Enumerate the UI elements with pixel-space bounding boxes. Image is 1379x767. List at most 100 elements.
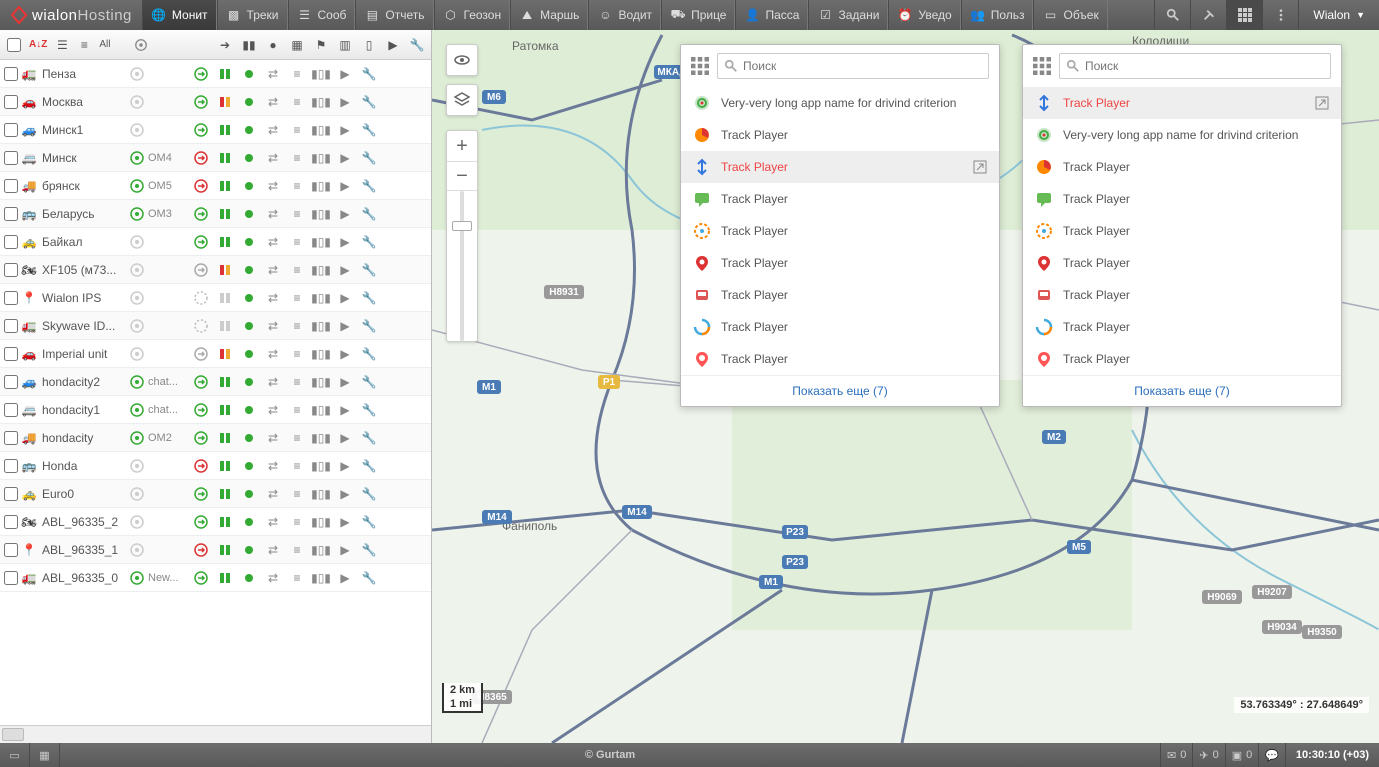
app-item[interactable]: Track Player — [1023, 151, 1341, 183]
unit-row[interactable]: 🚚 hondacity OM2 ⇄ ≡ ▮▯▮ ▶ 🔧 — [0, 424, 431, 452]
chart-icon[interactable]: ▮▯▮ — [310, 91, 332, 113]
tb-stats-icon[interactable]: ▯ — [359, 35, 379, 55]
wrench-icon[interactable]: 🔧 — [358, 91, 380, 113]
nav-tab-driver[interactable]: ☺Водит — [588, 0, 661, 30]
show-more-1[interactable]: Показать еще (7) — [681, 375, 999, 406]
tools-button[interactable] — [1190, 0, 1226, 30]
wrench-icon[interactable]: 🔧 — [358, 539, 380, 561]
unit-checkbox[interactable] — [4, 235, 18, 249]
route-icon[interactable]: ⇄ — [262, 315, 284, 337]
play-icon[interactable]: ▶ — [334, 371, 356, 393]
unit-checkbox[interactable] — [4, 207, 18, 221]
chart-icon[interactable]: ▮▯▮ — [310, 287, 332, 309]
tb-dot-icon[interactable]: ● — [263, 35, 283, 55]
route-icon[interactable]: ⇄ — [262, 511, 284, 533]
chart-icon[interactable]: ▮▯▮ — [310, 231, 332, 253]
chart-icon[interactable]: ▮▯▮ — [310, 539, 332, 561]
unit-checkbox[interactable] — [4, 403, 18, 417]
unit-checkbox[interactable] — [4, 95, 18, 109]
unit-row[interactable]: 🚚 брянск OM5 ⇄ ≡ ▮▯▮ ▶ 🔧 — [0, 172, 431, 200]
route-icon[interactable]: ⇄ — [262, 287, 284, 309]
nav-tab-flag[interactable]: ▩Треки — [217, 0, 288, 30]
app-item[interactable]: Very-very long app name for drivind crit… — [1023, 119, 1341, 151]
nav-tab-user[interactable]: 👥Польз — [961, 0, 1034, 30]
map-container[interactable]: Ратомка Колодищи Фаниполь МКАД М6 М1 М14… — [432, 30, 1379, 743]
unit-checkbox[interactable] — [4, 347, 18, 361]
route-icon[interactable]: ⇄ — [262, 259, 284, 281]
unit-checkbox[interactable] — [4, 291, 18, 305]
play-icon[interactable]: ▶ — [334, 147, 356, 169]
play-icon[interactable]: ▶ — [334, 567, 356, 589]
route-icon[interactable]: ⇄ — [262, 231, 284, 253]
chart-icon[interactable]: ▮▯▮ — [310, 147, 332, 169]
wrench-icon[interactable]: 🔧 — [358, 343, 380, 365]
apps-search-1[interactable] — [717, 53, 989, 79]
chart-icon[interactable]: ▮▯▮ — [310, 483, 332, 505]
app-item[interactable]: Track Player — [681, 215, 999, 247]
list-view-icon[interactable]: ☰ — [52, 35, 72, 55]
wrench-icon[interactable]: 🔧 — [358, 399, 380, 421]
zoom-in-button[interactable]: + — [447, 131, 477, 161]
unit-row[interactable]: 🚙 Минск1 ⇄ ≡ ▮▯▮ ▶ 🔧 — [0, 116, 431, 144]
unit-checkbox[interactable] — [4, 375, 18, 389]
tb-chart-icon[interactable]: ▥ — [335, 35, 355, 55]
list-icon[interactable]: ≡ — [286, 399, 308, 421]
apps-search-input-1[interactable] — [743, 59, 982, 73]
unit-checkbox[interactable] — [4, 123, 18, 137]
play-icon[interactable]: ▶ — [334, 539, 356, 561]
play-icon[interactable]: ▶ — [334, 427, 356, 449]
nav-tab-task[interactable]: ☑Задани — [808, 0, 888, 30]
zoom-handle[interactable] — [452, 221, 472, 231]
tb-bars-icon[interactable]: ▮▮ — [239, 35, 259, 55]
unit-row[interactable]: 📍 ABL_96335_1 ⇄ ≡ ▮▯▮ ▶ 🔧 — [0, 536, 431, 564]
list-icon[interactable]: ≡ — [286, 147, 308, 169]
chart-icon[interactable]: ▮▯▮ — [310, 427, 332, 449]
unit-row[interactable]: 🚗 Москва ⇄ ≡ ▮▯▮ ▶ 🔧 — [0, 88, 431, 116]
list-icon[interactable]: ≡ — [286, 175, 308, 197]
open-icon[interactable] — [1315, 96, 1329, 110]
sms-count[interactable]: ✈ 0 — [1192, 743, 1224, 767]
list-icon[interactable]: ≡ — [286, 63, 308, 85]
all-button[interactable]: All — [96, 35, 113, 55]
app-item[interactable]: Track Player — [681, 151, 999, 183]
unit-checkbox[interactable] — [4, 151, 18, 165]
unit-row[interactable]: 🚙 hondacity2 chat... ⇄ ≡ ▮▯▮ ▶ 🔧 — [0, 368, 431, 396]
play-icon[interactable]: ▶ — [334, 91, 356, 113]
app-item[interactable]: Track Player — [1023, 279, 1341, 311]
unit-row[interactable]: 🚛 ABL_96335_0 New... ⇄ ≡ ▮▯▮ ▶ 🔧 — [0, 564, 431, 592]
map-layers-button[interactable] — [446, 84, 478, 116]
route-icon[interactable]: ⇄ — [262, 539, 284, 561]
route-icon[interactable]: ⇄ — [262, 399, 284, 421]
wrench-icon[interactable]: 🔧 — [358, 287, 380, 309]
list-icon[interactable]: ≡ — [286, 371, 308, 393]
wrench-icon[interactable]: 🔧 — [358, 203, 380, 225]
wrench-icon[interactable]: 🔧 — [358, 371, 380, 393]
chart-icon[interactable]: ▮▯▮ — [310, 119, 332, 141]
nav-tab-pass[interactable]: 👤Пасса — [735, 0, 808, 30]
wrench-icon[interactable]: 🔧 — [358, 175, 380, 197]
unit-row[interactable]: 🚛 Пенза ⇄ ≡ ▮▯▮ ▶ 🔧 — [0, 60, 431, 88]
search-button[interactable] — [1154, 0, 1190, 30]
list-icon[interactable]: ≡ — [286, 511, 308, 533]
unit-checkbox[interactable] — [4, 571, 18, 585]
unit-checkbox[interactable] — [4, 543, 18, 557]
route-icon[interactable]: ⇄ — [262, 63, 284, 85]
list-icon[interactable]: ≡ — [286, 203, 308, 225]
zoom-out-button[interactable]: − — [447, 161, 477, 191]
apps-grid-icon[interactable] — [1033, 57, 1051, 75]
unit-row[interactable]: 🚐 hondacity1 chat... ⇄ ≡ ▮▯▮ ▶ 🔧 — [0, 396, 431, 424]
play-icon[interactable]: ▶ — [334, 175, 356, 197]
app-item[interactable]: Track Player — [681, 279, 999, 311]
chart-icon[interactable]: ▮▯▮ — [310, 175, 332, 197]
route-icon[interactable]: ⇄ — [262, 91, 284, 113]
chart-icon[interactable]: ▮▯▮ — [310, 343, 332, 365]
app-item[interactable]: Track Player — [681, 183, 999, 215]
route-icon[interactable]: ⇄ — [262, 455, 284, 477]
list-icon[interactable]: ≡ — [286, 567, 308, 589]
unit-row[interactable]: 📍 Wialon IPS ⇄ ≡ ▮▯▮ ▶ 🔧 — [0, 284, 431, 312]
play-icon[interactable]: ▶ — [334, 119, 356, 141]
unit-checkbox[interactable] — [4, 319, 18, 333]
list-icon[interactable]: ≡ — [286, 91, 308, 113]
play-icon[interactable]: ▶ — [334, 63, 356, 85]
unit-row[interactable]: 🚛 Skywave ID... ⇄ ≡ ▮▯▮ ▶ 🔧 — [0, 312, 431, 340]
